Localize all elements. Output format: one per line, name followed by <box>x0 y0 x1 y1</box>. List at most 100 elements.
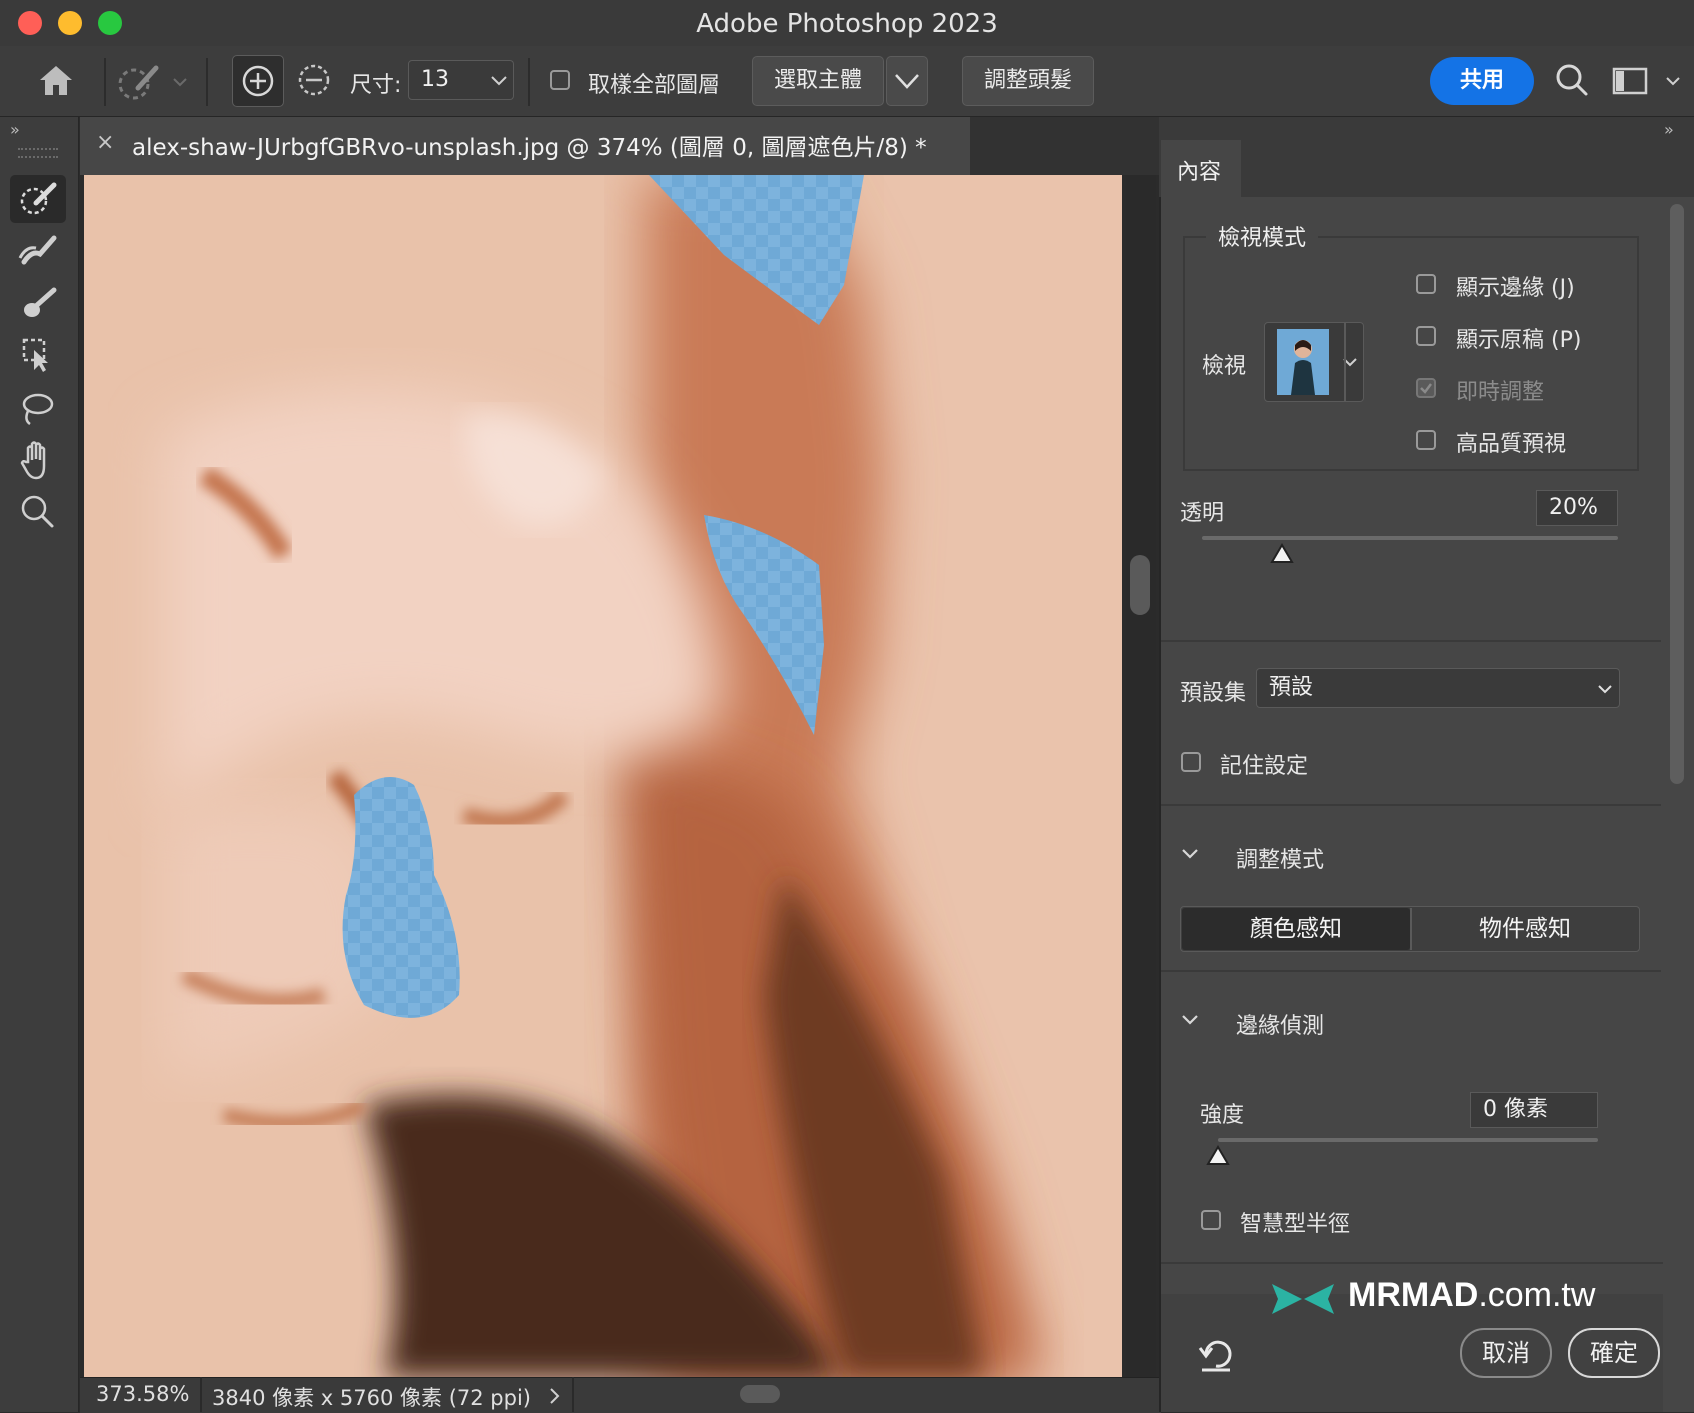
show-edge-checkbox[interactable] <box>1416 274 1436 294</box>
show-edge-label: 顯示邊緣 (J) <box>1456 276 1575 301</box>
show-original-label: 顯示原稿 (P) <box>1456 328 1582 353</box>
sample-all-layers-label: 取樣全部圖層 <box>588 73 721 98</box>
section-divider <box>1161 640 1661 642</box>
color-aware-button[interactable]: 顏色感知 <box>1182 908 1410 950</box>
divider <box>104 58 106 106</box>
check-icon <box>1420 383 1432 394</box>
properties-tab[interactable]: 內容 <box>1161 140 1241 197</box>
object-selection-tool[interactable] <box>10 330 66 378</box>
divider <box>206 58 208 106</box>
expand-panel-icon[interactable]: » <box>10 120 20 139</box>
radius-slider-track[interactable] <box>1218 1138 1598 1142</box>
remember-settings-checkbox[interactable] <box>1181 752 1201 772</box>
high-quality-preview-checkbox[interactable] <box>1416 430 1436 450</box>
photo-closeup <box>84 175 1122 1377</box>
smart-radius-label: 智慧型半徑 <box>1240 1212 1351 1237</box>
chevron-down-icon[interactable] <box>1596 682 1614 696</box>
radius-slider-handle[interactable] <box>1205 1144 1231 1168</box>
image-canvas[interactable] <box>84 175 1122 1377</box>
lasso-tool[interactable] <box>10 384 66 432</box>
brush-tool[interactable] <box>10 228 66 276</box>
select-subject-dropdown[interactable] <box>886 56 928 106</box>
lasso-icon <box>22 393 54 426</box>
chevron-down-icon[interactable] <box>1664 74 1682 88</box>
watermark-domain: .com.tw <box>1478 1276 1596 1314</box>
size-input[interactable]: 13 <box>408 60 488 100</box>
window-title: Adobe Photoshop 2023 <box>696 9 998 39</box>
section-divider <box>1161 804 1661 806</box>
refine-hair-button[interactable]: 調整頭髮 <box>962 56 1094 106</box>
refine-mode-title: 調整模式 <box>1236 848 1325 873</box>
reset-icon[interactable] <box>1196 1334 1236 1374</box>
view-thumbnail <box>1277 329 1329 395</box>
opacity-label: 透明 <box>1180 501 1225 526</box>
paint-brush-icon <box>24 287 57 317</box>
chevron-down-icon <box>895 74 919 89</box>
panel-scroll-thumb[interactable] <box>1670 204 1684 784</box>
radius-input[interactable]: 0 像素 <box>1470 1092 1598 1128</box>
watermark: MRMAD.com.tw <box>1348 1276 1595 1315</box>
toolbar-grip[interactable] <box>18 148 58 158</box>
subtract-circle-icon[interactable] <box>296 62 332 98</box>
cancel-button[interactable]: 取消 <box>1460 1328 1552 1378</box>
title-bar: Adobe Photoshop 2023 <box>0 0 1694 47</box>
opacity-slider-track[interactable] <box>1202 536 1618 540</box>
hand-tool[interactable] <box>10 436 66 484</box>
divider <box>1344 322 1346 402</box>
add-circle-icon <box>242 65 274 97</box>
divider <box>528 58 530 106</box>
hand-icon <box>20 441 46 480</box>
refine-edge-brush-icon <box>20 182 57 215</box>
collapse-panel-icon[interactable]: » <box>1664 120 1674 139</box>
watermark-brand: MRMAD <box>1348 1276 1479 1314</box>
section-divider <box>1161 970 1661 972</box>
sample-all-layers-checkbox[interactable] <box>550 70 570 90</box>
vertical-scrollbar[interactable] <box>1126 175 1156 1377</box>
document-info: 3840 像素 x 5760 像素 (72 ppi) <box>212 1386 531 1410</box>
refine-edge-brush-tool[interactable] <box>10 175 66 223</box>
close-tab-icon[interactable]: × <box>96 130 114 155</box>
properties-tab-label: 內容 <box>1177 160 1222 185</box>
section-divider <box>1161 1262 1663 1264</box>
size-dropdown[interactable] <box>486 60 514 100</box>
ok-button[interactable]: 確定 <box>1568 1328 1660 1378</box>
share-button[interactable]: 共用 <box>1430 57 1534 105</box>
preset-label: 預設集 <box>1180 681 1247 706</box>
real-time-refinement-checkbox[interactable] <box>1416 378 1436 398</box>
view-mode-selector[interactable] <box>1264 322 1364 402</box>
select-subject-button[interactable]: 選取主體 <box>752 56 884 106</box>
chevron-right-icon[interactable] <box>548 1386 562 1406</box>
add-to-selection-button[interactable] <box>232 55 284 107</box>
object-aware-button[interactable]: 物件感知 <box>1412 908 1638 950</box>
smart-radius-checkbox[interactable] <box>1201 1210 1221 1230</box>
zoom-tool[interactable] <box>10 488 66 536</box>
divider <box>572 1377 574 1412</box>
show-original-checkbox[interactable] <box>1416 326 1436 346</box>
object-selection-brush-tool[interactable] <box>10 280 66 328</box>
chevron-down-icon[interactable] <box>1180 846 1200 862</box>
high-quality-preview-label: 高品質預視 <box>1456 432 1567 457</box>
opacity-slider-handle[interactable] <box>1269 542 1295 566</box>
real-time-refinement-label: 即時調整 <box>1456 380 1545 405</box>
panel-scrollbar[interactable] <box>1664 200 1690 1290</box>
opacity-input[interactable]: 20% <box>1536 490 1618 526</box>
brush-icon <box>18 235 57 265</box>
size-label: 尺寸: <box>350 73 402 98</box>
chevron-down-icon <box>491 76 507 86</box>
zoom-level[interactable]: 373.58% <box>96 1382 189 1406</box>
object-selection-icon <box>22 338 48 372</box>
horizontal-scroll-thumb[interactable] <box>740 1385 780 1403</box>
chevron-down-icon[interactable] <box>1180 1012 1200 1028</box>
view-mode-title: 檢視模式 <box>1206 220 1319 252</box>
chevron-down-icon[interactable] <box>172 76 188 88</box>
home-icon[interactable] <box>36 62 76 98</box>
radius-label: 強度 <box>1200 1103 1245 1128</box>
preset-dropdown[interactable]: 預設 <box>1256 668 1620 708</box>
view-label: 檢視 <box>1202 354 1247 379</box>
brush-preset-icon[interactable] <box>116 62 162 102</box>
mrmad-logo-icon <box>1272 1284 1334 1314</box>
edge-detection-title: 邊緣偵測 <box>1236 1014 1325 1039</box>
scroll-thumb[interactable] <box>1130 555 1150 615</box>
search-icon[interactable] <box>1554 62 1590 98</box>
workspace-icon[interactable] <box>1612 66 1648 96</box>
